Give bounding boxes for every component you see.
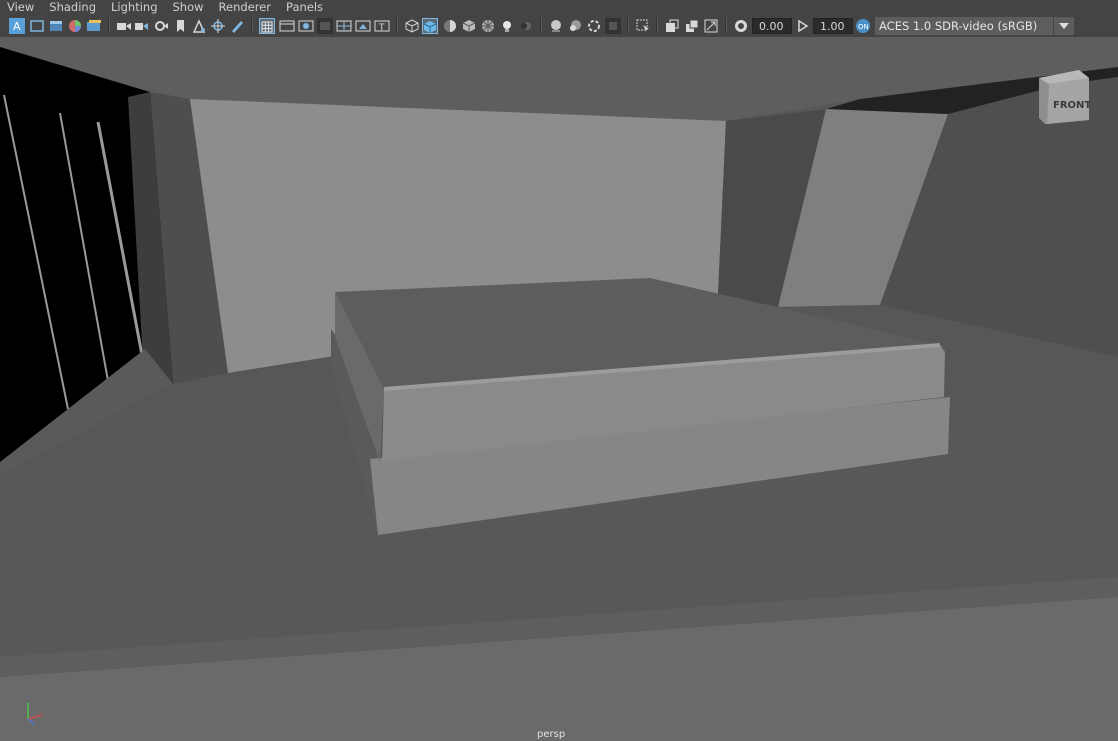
grease-pencil-icon[interactable] (86, 18, 102, 34)
toolbar-separator (396, 18, 398, 34)
gamma-icon[interactable] (795, 18, 811, 34)
menu-lighting[interactable]: Lighting (104, 0, 165, 15)
toolbar-separator (540, 18, 542, 34)
svg-text:T: T (378, 23, 385, 33)
film-gate-icon[interactable] (279, 18, 295, 34)
select-object-icon[interactable] (635, 18, 651, 34)
ambient-occlusion-icon[interactable] (567, 18, 583, 34)
field-chart-icon[interactable] (336, 18, 352, 34)
panel-toolbar: A T 0.00 1.00 ON ACES 1.0 SDR-video (sRG… (0, 15, 1118, 37)
view-cube[interactable]: FRONT (1031, 68, 1091, 130)
toolbar-separator (627, 18, 629, 34)
toolbar-separator (108, 18, 110, 34)
exposure-field[interactable]: 0.00 (752, 18, 792, 34)
grease-pencil-tool-icon[interactable] (229, 18, 245, 34)
panel-menu-bar: View Shading Lighting Show Renderer Pane… (0, 0, 1118, 15)
select-camera-icon[interactable]: A (9, 18, 25, 34)
axis-gizmo (18, 697, 48, 727)
camera-bookmark-icon[interactable] (134, 18, 150, 34)
toolbar-separator (251, 18, 253, 34)
maximize-view-icon[interactable] (703, 18, 719, 34)
menu-panels[interactable]: Panels (279, 0, 331, 15)
chevron-down-icon[interactable] (1054, 17, 1074, 35)
motion-blur-icon[interactable] (586, 18, 602, 34)
menu-renderer[interactable]: Renderer (212, 0, 280, 15)
grid-icon[interactable] (259, 18, 275, 34)
camera-name-label: persp (537, 729, 566, 740)
gamma-field[interactable]: 1.00 (813, 18, 853, 34)
view-cube-label: FRONT (1053, 100, 1091, 111)
use-all-lights-icon[interactable] (499, 18, 515, 34)
bookmark-icon[interactable] (48, 18, 64, 34)
safe-title-icon[interactable]: T (374, 18, 390, 34)
image-plane-icon[interactable] (67, 18, 83, 34)
image-plane-tool-icon[interactable] (191, 18, 207, 34)
anti-aliasing-icon[interactable] (605, 18, 621, 34)
frame-selection-icon[interactable] (664, 18, 680, 34)
bookmark-flag-icon[interactable] (172, 18, 188, 34)
camera-attributes-icon[interactable] (29, 18, 45, 34)
frame-all-icon[interactable] (684, 18, 700, 34)
textured-icon[interactable] (461, 18, 477, 34)
xray-icon[interactable] (480, 18, 496, 34)
menu-shading[interactable]: Shading (42, 0, 104, 15)
2d-pan-zoom-icon[interactable] (210, 18, 226, 34)
toolbar-separator (725, 18, 727, 34)
svg-text:A: A (13, 20, 21, 33)
safe-action-icon[interactable] (355, 18, 371, 34)
menu-show[interactable]: Show (166, 0, 212, 15)
exposure-icon[interactable] (733, 18, 749, 34)
camera-tumble-icon[interactable] (153, 18, 169, 34)
color-space-dropdown[interactable]: ACES 1.0 SDR-video (sRGB) (875, 17, 1053, 35)
wireframe-icon[interactable] (404, 18, 420, 34)
shadows-icon[interactable] (518, 18, 534, 34)
color-management-icon[interactable]: ON (855, 18, 871, 34)
3d-viewport[interactable]: FRONT (0, 37, 1118, 741)
smooth-shade-icon[interactable] (422, 18, 438, 34)
default-material-icon[interactable] (442, 18, 458, 34)
gate-mask-icon[interactable] (317, 18, 333, 34)
isolate-select-icon[interactable] (548, 18, 564, 34)
svg-text:ON: ON (858, 23, 869, 31)
scene-render (0, 37, 1118, 741)
camera-icon[interactable] (116, 18, 132, 34)
resolution-gate-icon[interactable] (298, 18, 314, 34)
menu-view[interactable]: View (0, 0, 42, 15)
toolbar-separator (656, 18, 658, 34)
